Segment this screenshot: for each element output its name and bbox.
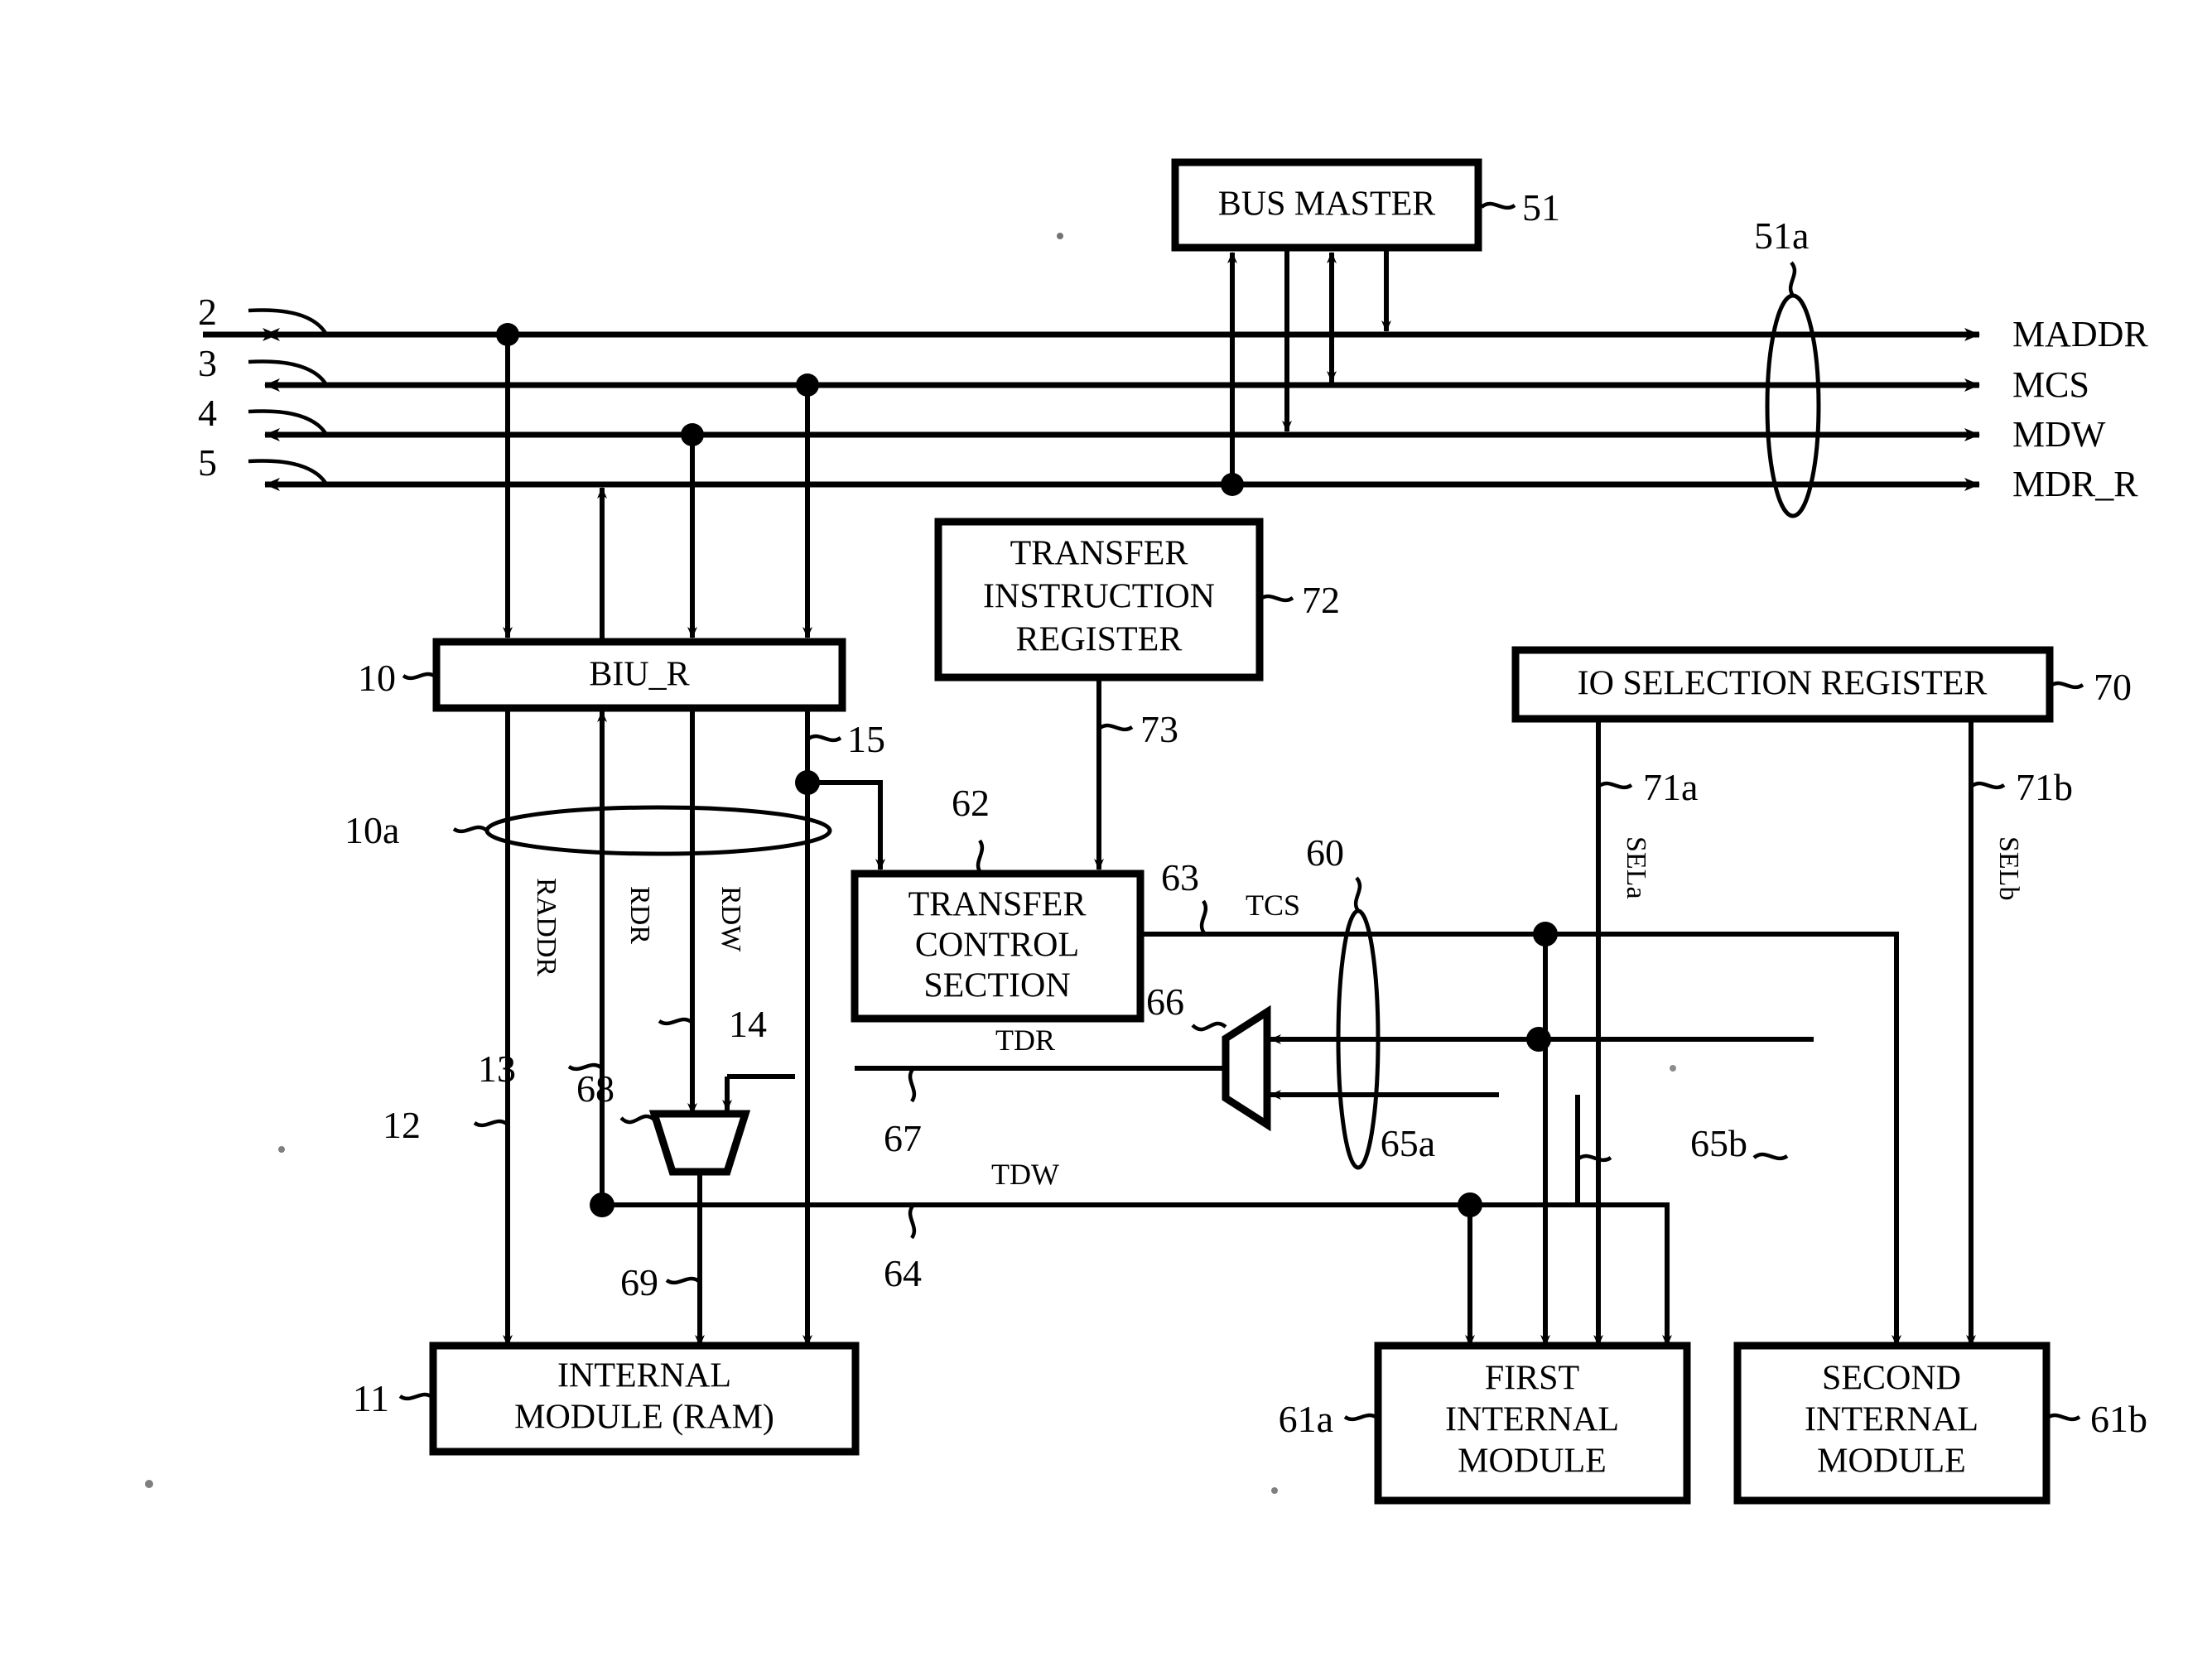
second-mod-ref: 61b — [2090, 1398, 2147, 1440]
signal-name-mcs: MCS — [2012, 364, 2089, 405]
tcs-line — [1140, 932, 1901, 1346]
second-mod-ref-leader — [2045, 1413, 2081, 1422]
bundle-51a-ref: 51a — [1754, 214, 1809, 257]
biu-r-ref: 10 — [358, 657, 396, 699]
ref65a-leader — [1576, 1154, 1612, 1163]
tir-ref-leader — [1258, 594, 1294, 603]
label-tdr: TDR — [995, 1024, 1055, 1057]
ref73-leader — [1097, 723, 1134, 732]
ref-65a: 65a — [1381, 1122, 1435, 1164]
scan-speck — [1057, 233, 1063, 239]
signal-name-maddr: MADDR — [2012, 314, 2148, 354]
label-raddr: RADDR — [531, 878, 561, 976]
second-mod-line2: INTERNAL — [1805, 1401, 1978, 1439]
label-tdw: TDW — [991, 1158, 1059, 1191]
bundle-10a-leader — [452, 825, 489, 834]
tcsec-label-line3: SECTION — [923, 967, 1070, 1005]
tdw-branch-65a-up — [1470, 1095, 1580, 1207]
first-mod-ref-leader — [1343, 1413, 1380, 1422]
label-rdr: RDR — [624, 886, 655, 944]
bus-ref-2: 2 — [198, 291, 217, 333]
ref65b-leader — [1752, 1152, 1789, 1161]
iosel-ref-leader — [2048, 681, 2084, 690]
tir-ref: 72 — [1302, 579, 1340, 621]
ram-ref: 11 — [353, 1377, 389, 1419]
mux66-leader — [1191, 1021, 1227, 1032]
iosel-ref: 70 — [2094, 666, 2132, 708]
bundle-10a-ref: 10a — [345, 809, 399, 851]
ref-67: 67 — [884, 1117, 922, 1159]
patent-diagram-canvas: 2 3 4 5 MADDR MCS MDW MDR_R BUS MASTER 5… — [0, 0, 2212, 1662]
ref67-leader — [908, 1067, 917, 1103]
scan-speck — [278, 1146, 285, 1153]
bundle-60-leader — [1353, 876, 1362, 913]
bundle-60-ref: 60 — [1306, 831, 1344, 874]
bus-ref-5: 5 — [198, 441, 217, 484]
ram-label-line1: INTERNAL — [557, 1357, 731, 1395]
biu-r-ref-leader — [402, 672, 438, 681]
bus-master-label: BUS MASTER — [1218, 185, 1436, 224]
ref-65b: 65b — [1690, 1122, 1747, 1164]
biu-r-label: BIU_R — [589, 656, 689, 694]
signal-name-mdw: MDW — [2012, 414, 2106, 455]
ref-63: 63 — [1161, 856, 1199, 898]
line15-branch-to-tcs-block — [807, 780, 885, 870]
mux68-leader — [619, 1114, 656, 1125]
label-sela: SELa — [1621, 836, 1651, 899]
tcsec-label-line2: CONTROL — [915, 927, 1079, 965]
first-mod-line3: MODULE — [1458, 1443, 1607, 1481]
line15-ref: 15 — [847, 718, 885, 760]
ref14-leader — [658, 1017, 694, 1026]
label-selb: SELb — [1993, 836, 2024, 900]
label-rdw: RDW — [716, 886, 746, 952]
internal-bus-bundle-10a — [484, 805, 832, 856]
tcsec-ref-leader — [976, 839, 985, 875]
ref-73: 73 — [1140, 708, 1178, 750]
ref-13: 13 — [478, 1048, 516, 1090]
tcsec-ref: 62 — [952, 782, 990, 824]
bus-master-ref: 51 — [1522, 186, 1560, 229]
ref12-leader — [473, 1119, 509, 1128]
bus-master-connections — [1221, 248, 1391, 496]
iosel-label: IO SELECTION REGISTER — [1578, 665, 1988, 703]
first-mod-line1: FIRST — [1485, 1360, 1579, 1398]
label-tcs: TCS — [1246, 889, 1300, 922]
bus-master-ref-leader — [1480, 201, 1516, 210]
ref-69: 69 — [620, 1261, 658, 1303]
ref64-leader — [908, 1203, 917, 1240]
second-mod-line1: SECOND — [1822, 1360, 1961, 1398]
bundle-51a-leader — [1788, 261, 1797, 297]
ram-label-line2: MODULE (RAM) — [514, 1399, 774, 1437]
signal-name-mdr-r: MDR_R — [2012, 464, 2138, 504]
ref-71a: 71a — [1643, 766, 1698, 808]
first-mod-line2: INTERNAL — [1445, 1401, 1619, 1439]
scan-speck — [1271, 1487, 1278, 1494]
bus-ref-4: 4 — [198, 392, 217, 434]
ref69-leader — [665, 1276, 701, 1285]
ref-14: 14 — [729, 1003, 767, 1045]
ref-12: 12 — [383, 1104, 421, 1146]
tcsec-label-line1: TRANSFER — [908, 886, 1087, 924]
tdw-branch-65b — [1470, 1202, 1672, 1346]
mux-66-ref: 66 — [1146, 980, 1184, 1023]
ref-71b: 71b — [2016, 766, 2073, 808]
ram-ref-leader — [398, 1392, 435, 1401]
ref71b-leader — [1969, 781, 2006, 790]
bus-ref-3: 3 — [198, 342, 217, 384]
line15-leader — [806, 734, 842, 743]
mux-66-shape[interactable] — [1222, 1004, 1271, 1132]
scan-speck — [1670, 1065, 1676, 1072]
tir-label-line2: INSTRUCTION — [983, 578, 1215, 616]
tir-label-line1: TRANSFER — [1010, 535, 1188, 573]
first-mod-ref: 61a — [1279, 1398, 1333, 1440]
ref71a-leader — [1597, 781, 1633, 790]
ref-64: 64 — [884, 1252, 922, 1294]
mux-68-shape[interactable] — [648, 1110, 751, 1176]
second-mod-line3: MODULE — [1817, 1443, 1966, 1481]
scan-speck — [145, 1480, 153, 1488]
ref63-leader — [1199, 899, 1208, 936]
mux-68-ref: 68 — [576, 1067, 614, 1110]
tir-label-line3: REGISTER — [1016, 621, 1183, 659]
